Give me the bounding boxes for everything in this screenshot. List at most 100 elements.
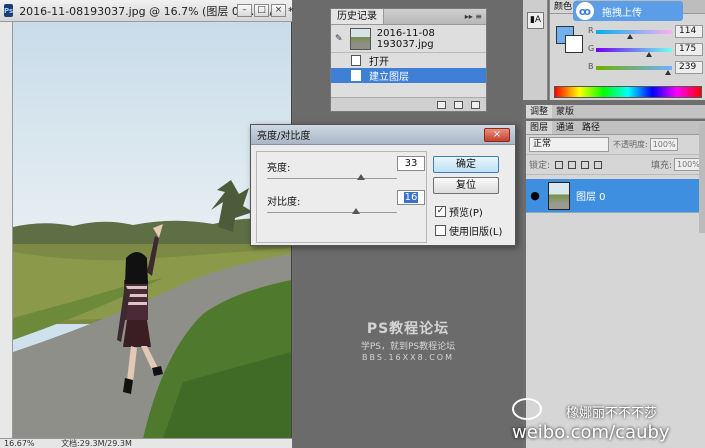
blend-opacity-row: 正常 不透明度: 100% (526, 135, 705, 155)
photoshop-icon: Ps (4, 4, 14, 17)
blend-mode-select[interactable]: 正常 (529, 137, 609, 152)
zoom-level[interactable]: 16.67% (4, 439, 35, 448)
watermark-url: BBS.16XX8.COM (361, 353, 454, 362)
preview-checkbox[interactable]: ✓ 预览(P) (435, 204, 483, 219)
tab-channels[interactable]: 通道 (552, 121, 578, 134)
preview-check-icon[interactable]: ✓ (435, 206, 446, 217)
document-status-bar: 16.67% 文档:29.3M/29.3M (0, 438, 292, 448)
brightness-contrast-dialog: 亮度/对比度 × 亮度: 33 对比度: 16 确定 复位 ✓ 预览(P) 使用… (250, 124, 516, 246)
lock-position-icon[interactable] (581, 160, 590, 169)
weibo-username: 橡娜丽不不不莎 (566, 406, 658, 421)
weibo-url: weibo.com/cauby (512, 422, 670, 443)
history-tab[interactable]: 历史记录 (331, 9, 384, 24)
collapsed-tool-strip: ▮A (523, 0, 548, 100)
history-step-icon (351, 70, 361, 81)
green-slider-thumb[interactable] (646, 52, 652, 57)
layers-panel-tabs: 图层 通道 路径 (526, 121, 705, 135)
history-footer (331, 97, 486, 111)
adjustment-group: 亮度: 33 对比度: 16 (256, 151, 427, 243)
tab-layers[interactable]: 图层 (526, 121, 553, 134)
snapshot-thumbnail (350, 27, 371, 50)
snapshot-name: 2016-11-08 193037.jpg (376, 27, 435, 50)
history-item-label: 建立图层 (369, 72, 409, 83)
minimize-button[interactable]: – (237, 4, 252, 17)
layer-row[interactable]: ● 图层 0 (526, 179, 705, 213)
blue-slider-row: B 239 (588, 61, 703, 78)
lock-pixels-icon[interactable] (568, 160, 577, 169)
brightness-slider-thumb[interactable] (357, 174, 365, 180)
document-size: 文档:29.3M/29.3M (61, 439, 132, 448)
blue-value[interactable]: 239 (675, 61, 703, 74)
weibo-logo-icon (512, 398, 542, 420)
contrast-input[interactable]: 16 (397, 190, 425, 205)
green-slider[interactable] (596, 48, 672, 52)
history-step-icon (351, 55, 361, 66)
history-brush-icon[interactable]: ✎ (335, 34, 344, 44)
layers-scrollbar[interactable] (699, 123, 705, 233)
history-item-open[interactable]: 打开 (331, 53, 486, 68)
fill-label: 填充: (650, 161, 672, 171)
contrast-label: 对比度: (267, 197, 301, 208)
camera-snapshot-icon[interactable] (454, 100, 463, 109)
layer-thumbnail[interactable] (548, 181, 570, 210)
history-item-create-layer[interactable]: 建立图层 (331, 68, 486, 83)
dialog-title-bar[interactable]: 亮度/对比度 × (251, 125, 515, 145)
close-button[interactable]: × (271, 4, 286, 17)
blue-label: B (588, 62, 594, 71)
trash-icon[interactable] (471, 100, 480, 109)
eye-icon[interactable]: ● (526, 189, 544, 202)
tab-masks[interactable]: 蒙版 (552, 105, 578, 118)
fill-input[interactable]: 100% (674, 158, 702, 171)
preview-label: 预览(P) (449, 208, 483, 219)
character-panel-icon[interactable]: ▮A (527, 12, 544, 29)
upload-tooltip-text: 拖拽上传 (602, 7, 642, 19)
history-panel: 历史记录 ▸▸ ≡ ✎ 2016-11-08 193037.jpg 打开 建立图… (330, 8, 487, 112)
history-item-label: 打开 (369, 57, 389, 68)
blue-slider[interactable] (596, 66, 672, 70)
layer-name[interactable]: 图层 0 (576, 188, 606, 203)
contrast-slider[interactable] (267, 212, 397, 213)
tab-adjustments[interactable]: 调整 (526, 105, 553, 118)
adjustments-tabs: 调整 蒙版 (526, 105, 705, 119)
ok-button[interactable]: 确定 (433, 156, 499, 173)
red-slider-thumb[interactable] (627, 34, 633, 39)
red-value[interactable]: 114 (675, 25, 703, 38)
red-slider[interactable] (596, 30, 672, 34)
reset-button[interactable]: 复位 (433, 177, 499, 194)
panel-menu-icon[interactable]: ▸▸ ≡ (465, 12, 482, 21)
forum-watermark: PS教程论坛 学PS，就到PS教程论坛 BBS.16XX8.COM (318, 318, 498, 362)
legacy-label: 使用旧版(L) (449, 227, 503, 238)
new-document-from-state-icon[interactable] (437, 100, 446, 109)
opacity-label: 不透明度: (613, 140, 648, 149)
lock-fill-row: 锁定: 填充: 100% (526, 155, 705, 175)
history-snapshot[interactable]: ✎ 2016-11-08 193037.jpg (331, 25, 486, 53)
window-controls: – □ × (237, 4, 286, 17)
document-window: Ps 2016-11-08193037.jpg @ 16.7% (图层 0, R… (0, 0, 294, 448)
contrast-slider-thumb[interactable] (352, 208, 360, 214)
tab-paths[interactable]: 路径 (578, 121, 604, 134)
maximize-button[interactable]: □ (254, 4, 269, 17)
blue-slider-thumb[interactable] (665, 70, 671, 75)
lock-transparency-icon[interactable] (555, 160, 564, 169)
brightness-slider[interactable] (267, 178, 397, 179)
opacity-input[interactable]: 100% (649, 138, 678, 151)
background-color-swatch[interactable] (565, 35, 583, 53)
layers-panel: 图层 通道 路径 正常 不透明度: 100% 锁定: 填充: 100% ● 图层… (526, 121, 705, 448)
document-title-bar[interactable]: Ps 2016-11-08193037.jpg @ 16.7% (图层 0, R… (0, 0, 294, 22)
color-spectrum-bar[interactable] (554, 86, 702, 98)
vertical-ruler (0, 22, 13, 438)
brightness-input[interactable]: 33 (397, 156, 425, 171)
watermark-subtitle: 学PS，就到PS教程论坛 (360, 342, 456, 352)
brightness-label: 亮度: (267, 163, 291, 174)
green-value[interactable]: 175 (675, 43, 703, 56)
green-label: G (588, 44, 595, 53)
contrast-value: 16 (403, 192, 419, 203)
lock-all-icon[interactable] (594, 160, 603, 169)
drag-upload-tooltip[interactable]: ꝏ 拖拽上传 (573, 1, 683, 21)
legacy-checkbox[interactable]: 使用旧版(L) (435, 223, 502, 238)
legacy-check-box[interactable] (435, 225, 446, 236)
history-panel-header: 历史记录 ▸▸ ≡ (331, 9, 486, 25)
red-label: R (588, 26, 594, 35)
dialog-title: 亮度/对比度 (257, 131, 311, 142)
dialog-close-button[interactable]: × (484, 128, 510, 142)
